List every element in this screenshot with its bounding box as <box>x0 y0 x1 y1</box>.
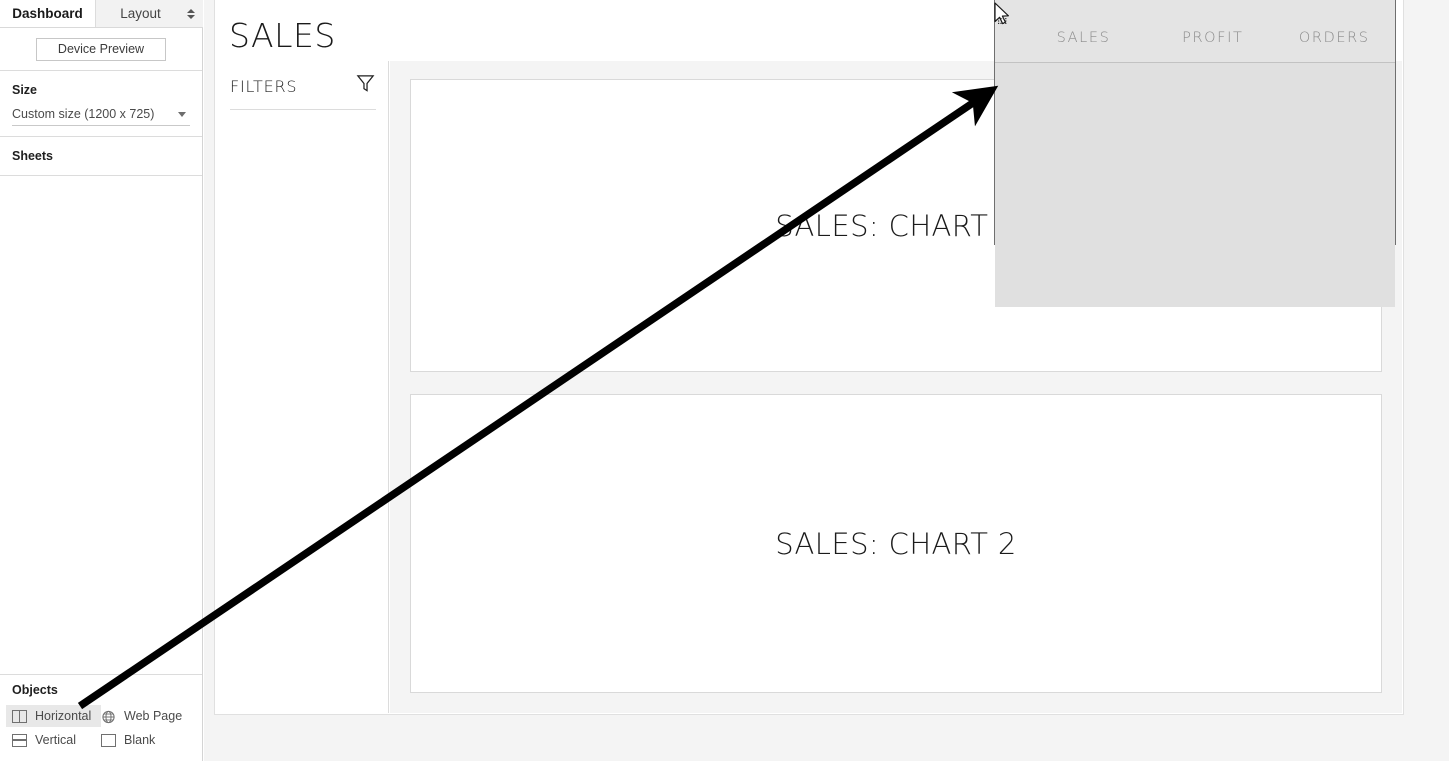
sidebar-tabstrip: Dashboard Layout <box>0 0 203 28</box>
object-item-web-page-label: Web Page <box>124 709 183 723</box>
drag-tab-orders[interactable]: ORDERS <box>1274 30 1395 46</box>
chevron-up-icon <box>187 8 195 13</box>
globe-icon <box>101 710 116 723</box>
size-select-value: Custom size (1200 x 725) <box>12 107 155 121</box>
drag-tab-profit[interactable]: PROFIT <box>1152 30 1273 46</box>
chart-panel-1-label: SALES: CHART 1 <box>775 208 1017 243</box>
size-section-title: Size <box>12 83 38 97</box>
horizontal-layout-icon <box>12 709 27 723</box>
chevron-down-icon <box>187 14 195 19</box>
objects-section: Objects Horizontal Web Page Vertical Bla… <box>0 674 202 761</box>
objects-grid: Horizontal Web Page Vertical Blank <box>6 705 190 751</box>
filters-header: FILTERS <box>230 73 376 110</box>
left-sidebar: Dashboard Layout Device Preview Size Cus… <box>0 0 203 761</box>
object-item-web-page[interactable]: Web Page <box>95 705 190 727</box>
objects-section-title: Objects <box>12 683 58 697</box>
object-item-vertical[interactable]: Vertical <box>6 729 101 751</box>
tab-dashboard[interactable]: Dashboard <box>0 0 95 27</box>
tab-layout[interactable]: Layout <box>95 0 203 27</box>
filters-pane: FILTERS <box>216 61 389 713</box>
sheets-section: Sheets <box>0 137 202 176</box>
funnel-filter-icon[interactable] <box>355 73 376 99</box>
device-preview-row: Device Preview <box>0 28 202 71</box>
object-item-blank-label: Blank <box>124 733 156 747</box>
app-root: Dashboard Layout Device Preview Size Cus… <box>0 0 1449 761</box>
object-item-vertical-label: Vertical <box>35 733 76 747</box>
object-item-horizontal-label: Horizontal <box>35 709 92 723</box>
object-item-blank[interactable]: Blank <box>95 729 190 751</box>
drag-tab-sales[interactable]: SALES <box>1015 30 1152 46</box>
tab-dashboard-label: Dashboard <box>12 5 83 21</box>
object-item-horizontal[interactable]: Horizontal <box>6 705 101 727</box>
blank-square-icon <box>101 733 116 747</box>
chevron-down-icon <box>178 111 186 117</box>
dashboard-title: SALES <box>229 16 336 55</box>
drag-preview-tabs: SALES PROFIT ORDERS <box>995 0 1395 63</box>
mouse-cursor-drag-icon <box>994 2 1009 25</box>
size-section: Size Custom size (1200 x 725) <box>0 71 202 137</box>
drag-preview-panel: SALES PROFIT ORDERS <box>994 0 1396 307</box>
size-select[interactable]: Custom size (1200 x 725) <box>12 107 190 126</box>
filters-title: FILTERS <box>230 76 298 96</box>
sheets-section-title: Sheets <box>12 149 53 163</box>
stepper-icon[interactable] <box>187 8 195 19</box>
chart-panel-2[interactable]: SALES: CHART 2 <box>410 394 1382 693</box>
device-preview-button[interactable]: Device Preview <box>36 37 166 61</box>
drag-preview-body <box>995 63 1395 307</box>
tab-layout-label: Layout <box>120 6 161 21</box>
chart-panel-2-label: SALES: CHART 2 <box>775 526 1017 561</box>
vertical-layout-icon <box>12 733 27 747</box>
